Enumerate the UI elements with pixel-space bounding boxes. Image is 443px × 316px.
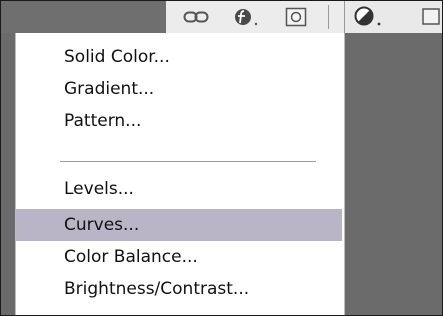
toolbar-dark-area	[1, 1, 171, 33]
toolbar-right-strip	[344, 1, 442, 33]
new-layer-icon[interactable]	[419, 7, 442, 27]
toolbar-divider	[328, 5, 329, 29]
menu-item-solid-color[interactable]: Solid Color...	[16, 41, 342, 73]
menu-item-levels[interactable]: Levels...	[16, 173, 342, 205]
menu-item-brightness-contrast[interactable]: Brightness/Contrast...	[16, 273, 342, 305]
fx-icon[interactable]	[232, 7, 262, 27]
menu-item-pattern[interactable]: Pattern...	[16, 105, 342, 137]
menu-item-color-balance[interactable]: Color Balance...	[16, 241, 342, 273]
link-icon[interactable]	[182, 7, 210, 27]
layers-panel-toolbar	[1, 1, 442, 34]
menu-item-curves[interactable]: Curves...	[16, 209, 342, 241]
adjustment-layer-dropdown-menu: Solid Color... Gradient... Pattern... Le…	[15, 33, 345, 315]
menu-separator	[60, 161, 316, 162]
adjustment-layer-icon[interactable]	[353, 6, 387, 27]
menu-item-gradient[interactable]: Gradient...	[16, 73, 342, 105]
layer-mask-icon[interactable]	[284, 7, 308, 27]
application-frame: Solid Color... Gradient... Pattern... Le…	[0, 0, 443, 316]
layers-panel-button-strip	[166, 1, 344, 34]
